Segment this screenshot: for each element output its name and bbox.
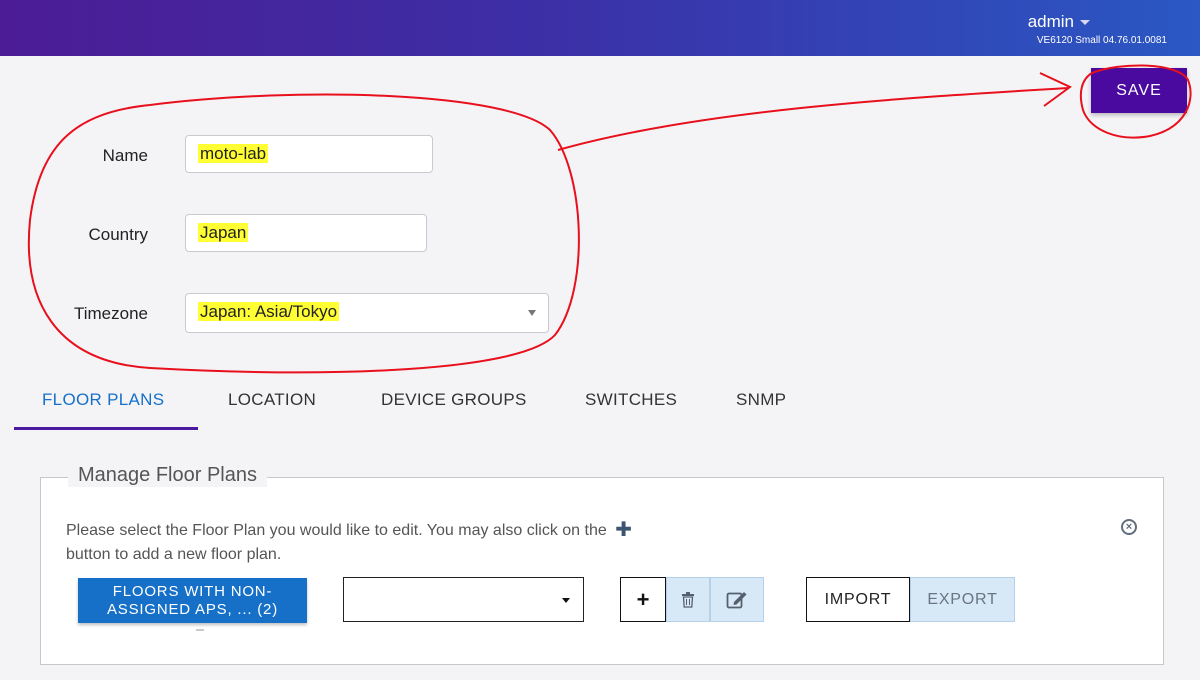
caret-down-icon [1080,20,1090,26]
version-label: VE6120 Small 04.76.01.0081 [1036,35,1167,46]
country-label: Country [88,225,148,244]
panel-title: Manage Floor Plans [68,464,267,487]
timezone-value: Japan: Asia/Tokyo [198,302,340,321]
description-text-2: button to add a new floor plan. [66,546,282,563]
plus-icon: ✚ [615,519,632,541]
tab-snmp[interactable]: SNMP [736,385,786,429]
description-text-1: Please select the Floor Plan you would l… [66,522,607,539]
name-label: Name [102,146,148,165]
save-button[interactable]: SAVE [1091,68,1187,113]
user-menu[interactable]: admin [1028,12,1090,32]
close-circle-icon[interactable]: × [1121,519,1137,535]
tab-device-groups[interactable]: DEVICE GROUPS [381,385,527,429]
plus-icon: + [636,586,650,612]
tab-floor-plans[interactable]: FLOOR PLANS [42,385,164,429]
dropdown-arrow-icon [528,310,536,316]
active-tab-indicator [14,427,198,430]
tab-switches[interactable]: SWITCHES [585,385,677,429]
country-input[interactable]: Japan [185,214,427,252]
manage-floor-plans-panel [40,477,1164,665]
name-value: moto-lab [198,144,269,163]
tab-location[interactable]: LOCATION [228,385,316,429]
floors-filter-button[interactable]: FLOORS WITH NON-ASSIGNED APS, ... (2) [78,578,307,623]
annotation-arrow-head [1039,72,1072,107]
timezone-select[interactable]: Japan: Asia/Tokyo [185,293,549,333]
panel-description: Please select the Floor Plan you would l… [66,518,766,567]
timezone-region: Japan: [200,302,252,321]
divider [196,629,204,631]
annotation-arrow-line [557,87,1069,151]
delete-floor-plan-button[interactable] [666,577,710,622]
add-floor-plan-button[interactable]: + [620,577,666,622]
export-button[interactable]: EXPORT [910,577,1015,622]
edit-icon [726,591,747,608]
floors-filter-label: FLOORS WITH NON-ASSIGNED APS, ... (2) [106,582,278,618]
trash-icon [682,591,694,608]
edit-floor-plan-button[interactable] [710,577,764,622]
country-value: Japan [198,223,249,242]
user-name: admin [1027,12,1074,31]
dropdown-arrow-icon [562,598,570,603]
name-input[interactable]: moto-lab [185,135,433,173]
import-button[interactable]: IMPORT [806,577,910,622]
top-bar: admin VE6120 Small 04.76.01.0081 [0,0,1200,56]
floor-plan-select[interactable] [343,577,584,622]
timezone-label: Timezone [73,304,148,323]
timezone-zone: Asia/Tokyo [254,302,338,321]
